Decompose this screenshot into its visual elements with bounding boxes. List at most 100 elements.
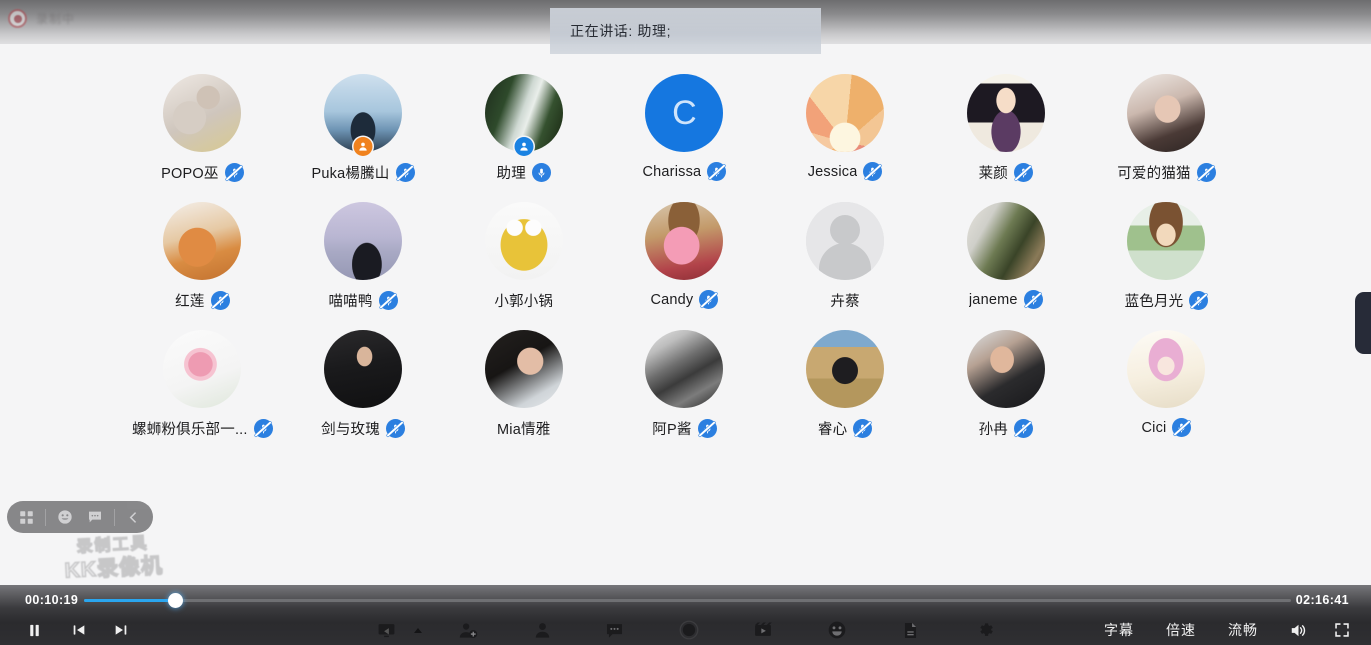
mic-muted-icon[interactable] (863, 162, 883, 181)
playback-speed-button[interactable]: 倍速 (1166, 615, 1196, 645)
mic-muted-icon[interactable] (1189, 291, 1209, 310)
mic-muted-icon[interactable] (1013, 419, 1033, 438)
participant-tile[interactable]: 小郭小锅 (443, 202, 604, 311)
mic-muted-icon[interactable] (1023, 290, 1043, 309)
avatar[interactable] (484, 202, 563, 280)
mic-muted-icon[interactable] (1196, 163, 1216, 182)
settings-gear-icon[interactable] (970, 615, 1000, 645)
document-icon[interactable] (896, 615, 924, 645)
record-icon[interactable] (674, 615, 704, 645)
mic-muted-icon[interactable] (224, 163, 244, 182)
participant-tile[interactable]: 螺蛳粉俱乐部一... (122, 330, 283, 439)
avatar-image (484, 202, 563, 280)
subtitles-button[interactable]: 字幕 (1104, 615, 1134, 645)
avatar[interactable] (1127, 202, 1206, 280)
mic-muted-icon[interactable] (707, 162, 727, 181)
avatar[interactable] (806, 74, 885, 152)
self-badge-icon (514, 137, 534, 156)
mic-muted-icon[interactable] (1172, 418, 1192, 437)
avatar-image (163, 74, 242, 152)
participant-tile[interactable]: C Charissa (604, 74, 765, 183)
quality-button[interactable]: 流畅 (1228, 615, 1258, 645)
participant-name: POPO巫 (161, 166, 219, 182)
participant-tile[interactable]: 卉蔡 (765, 202, 926, 311)
chat-bubble-icon[interactable] (80, 504, 110, 530)
avatar[interactable] (163, 330, 242, 408)
recording-label: 录制中 (36, 12, 76, 26)
participant-name: 助理 (496, 166, 526, 182)
mic-muted-icon[interactable] (378, 291, 398, 310)
previous-button[interactable] (66, 615, 92, 645)
participant-tile[interactable]: Candy (604, 202, 765, 311)
participant-name: 剑与玫瑰 (321, 422, 380, 438)
next-button[interactable] (108, 615, 134, 645)
participant-nameline: Jessica (808, 162, 883, 181)
collapse-chevron-left-icon[interactable] (119, 504, 149, 530)
avatar[interactable] (645, 330, 724, 408)
participant-tile[interactable]: 孙冉 (925, 330, 1086, 439)
right-edge-panel-tab[interactable] (1355, 292, 1371, 354)
fullscreen-button[interactable] (1328, 615, 1356, 645)
progress-knob[interactable] (168, 592, 184, 608)
participant-tile[interactable]: Jessica (765, 74, 926, 183)
add-participant-icon[interactable] (454, 615, 482, 645)
avatar[interactable] (806, 202, 885, 280)
emoji-reaction-icon[interactable] (50, 504, 80, 530)
mic-muted-icon[interactable] (395, 163, 415, 182)
participant-tile[interactable]: POPO巫 (122, 74, 283, 183)
progress-track[interactable] (84, 592, 1291, 608)
participant-tile[interactable]: 助理 (443, 74, 604, 183)
avatar[interactable] (163, 74, 242, 152)
mic-muted-icon[interactable] (853, 419, 873, 438)
avatar[interactable] (1127, 330, 1206, 408)
avatar[interactable] (163, 202, 242, 280)
mic-muted-icon[interactable] (253, 419, 273, 438)
mic-active-icon[interactable] (531, 163, 551, 182)
participant-nameline: 助理 (497, 162, 551, 183)
avatar[interactable] (484, 330, 563, 408)
avatar[interactable] (1127, 74, 1206, 152)
avatar[interactable] (966, 74, 1045, 152)
avatar[interactable]: C (645, 74, 724, 152)
participant-nameline: 莱颜 (979, 162, 1033, 183)
participant-tile[interactable]: 可爱的猫猫 (1086, 74, 1247, 183)
avatar[interactable] (966, 202, 1045, 280)
participants-icon[interactable] (528, 615, 556, 645)
participant-tile[interactable]: Puka楊騰山 (283, 74, 444, 183)
mic-muted-icon[interactable] (385, 419, 405, 438)
chat-icon[interactable] (600, 615, 628, 645)
floating-toolbar[interactable] (7, 501, 153, 533)
clapperboard-icon[interactable] (748, 615, 778, 645)
avatar[interactable] (484, 74, 563, 156)
participant-tile[interactable]: 喵喵鸭 (283, 202, 444, 311)
share-caret-icon[interactable] (414, 615, 428, 645)
avatar[interactable] (324, 202, 403, 280)
pause-button[interactable] (20, 615, 48, 645)
participant-tile[interactable]: janeme (925, 202, 1086, 311)
participant-tile[interactable]: Mia情雅 (443, 330, 604, 439)
participant-nameline: janeme (969, 290, 1043, 309)
avatar[interactable] (324, 74, 403, 156)
participant-tile[interactable]: 剑与玫瑰 (283, 330, 444, 439)
participant-tile[interactable]: 红莲 (122, 202, 283, 311)
mic-muted-icon[interactable] (1013, 163, 1033, 182)
host-badge-icon (353, 137, 373, 156)
participant-tile[interactable]: 蓝色月光 (1086, 202, 1247, 311)
participant-tile[interactable]: 睿心 (765, 330, 926, 439)
avatar[interactable] (324, 330, 403, 408)
emoji-icon[interactable] (822, 615, 852, 645)
avatar[interactable] (806, 330, 885, 408)
participant-nameline: 阿P酱 (652, 418, 717, 439)
participant-tile[interactable]: 莱颜 (925, 74, 1086, 183)
mic-muted-icon[interactable] (699, 290, 719, 309)
mic-muted-icon[interactable] (210, 291, 230, 310)
grid-layout-icon[interactable] (11, 504, 41, 530)
participant-tile[interactable]: Cici (1086, 330, 1247, 439)
volume-button[interactable] (1284, 615, 1312, 645)
avatar[interactable] (645, 202, 724, 280)
mic-muted-icon[interactable] (697, 419, 717, 438)
default-avatar-silhouette (806, 202, 885, 280)
participant-tile[interactable]: 阿P酱 (604, 330, 765, 439)
avatar[interactable] (966, 330, 1045, 408)
screen-share-icon[interactable] (372, 615, 400, 645)
